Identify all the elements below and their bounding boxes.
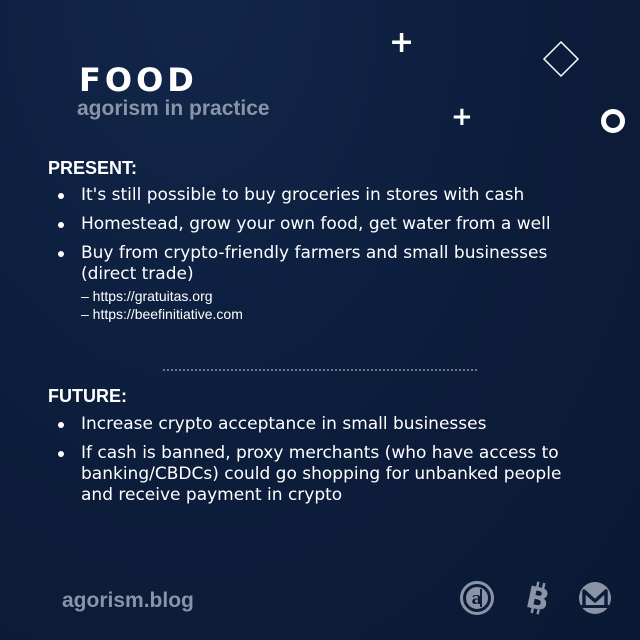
page-title: FOOD	[79, 61, 198, 99]
list-item: It's still possible to buy groceries in …	[52, 185, 592, 206]
dotted-divider	[163, 369, 477, 371]
present-list: It's still possible to buy groceries in …	[52, 185, 592, 331]
link-gratuitas[interactable]: – https://gratuitas.org	[81, 287, 592, 305]
list-item: Increase crypto acceptance in small busi…	[52, 414, 592, 435]
list-item-text: Buy from crypto-friendly farmers and sma…	[81, 243, 548, 284]
bullet-icon	[58, 451, 64, 457]
future-heading: FUTURE:	[48, 386, 127, 406]
bullet-icon	[58, 222, 64, 228]
list-item-text: Homestead, grow your own food, get water…	[81, 214, 551, 234]
present-heading: PRESENT:	[48, 158, 138, 178]
bullet-icon	[58, 193, 64, 199]
bullet-icon	[58, 251, 64, 257]
footer-brand[interactable]: agorism.blog	[62, 588, 194, 614]
list-item: Buy from crypto-friendly farmers and sma…	[52, 243, 592, 323]
ring-decoration-icon	[601, 109, 625, 133]
agorism-icon: a	[460, 581, 494, 615]
link-list: – https://gratuitas.org – https://beefin…	[81, 287, 592, 323]
plus-decoration-icon: +	[389, 25, 415, 60]
link-beefinitiative[interactable]: – https://beefinitiative.com	[81, 305, 592, 323]
list-item-text: Increase crypto acceptance in small busi…	[81, 414, 487, 434]
future-list: Increase crypto acceptance in small busi…	[52, 414, 592, 514]
bitcoin-icon: B	[523, 580, 553, 616]
list-item: If cash is banned, proxy merchants (who …	[52, 443, 592, 506]
monero-icon	[579, 582, 611, 614]
list-item-text: If cash is banned, proxy merchants (who …	[81, 443, 562, 505]
list-item: Homestead, grow your own food, get water…	[52, 214, 592, 235]
plus-decoration-icon: +	[451, 102, 473, 132]
page-subtitle: agorism in practice	[77, 97, 270, 120]
bullet-icon	[58, 422, 64, 428]
diamond-outline-icon	[542, 40, 580, 78]
list-item-text: It's still possible to buy groceries in …	[81, 185, 525, 205]
